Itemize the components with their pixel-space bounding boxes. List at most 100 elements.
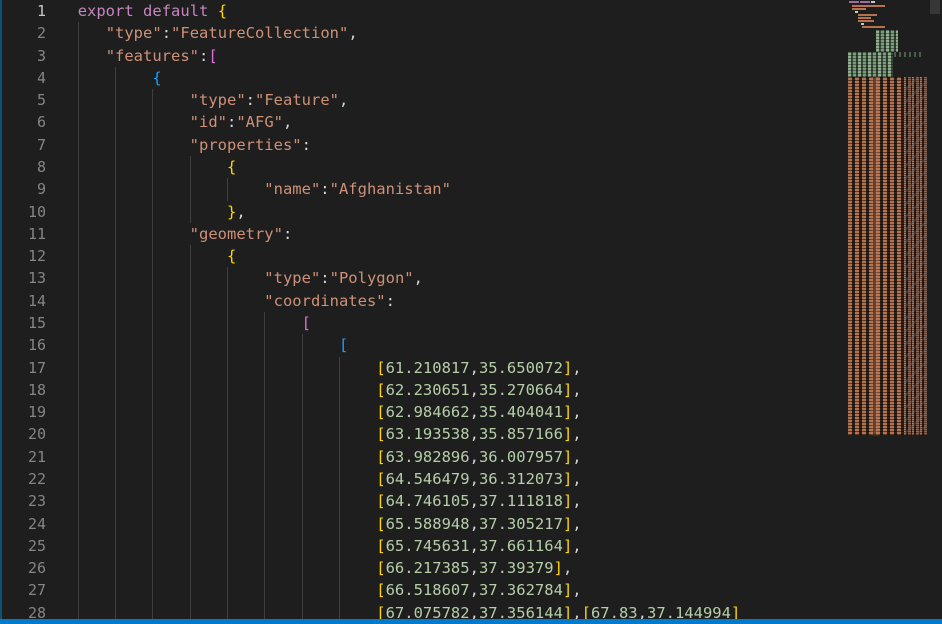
line-number[interactable]: 23 [0,490,46,512]
indent-guide [301,378,303,402]
status-bar[interactable] [0,619,942,624]
syntax-token: 66.217385 [385,559,470,578]
indent-guide [189,356,191,379]
code-line[interactable]: 18 [62.230651,35.270664], [0,378,942,402]
syntax-token: [ [208,46,218,65]
code-line[interactable]: 9 "name":"Afghanistan" [0,178,942,201]
syntax-token: [ [376,358,386,377]
syntax-token: 64.746105 [385,492,470,511]
indent-guide [152,133,154,156]
code-line[interactable]: 24 [65.588948,37.305217], [0,512,942,535]
syntax-token: ] [562,514,573,533]
line-number[interactable]: 26 [0,557,46,579]
syntax-token: , [572,358,582,377]
line-number[interactable]: 16 [0,334,46,356]
syntax-token: 63.982896 [385,447,470,466]
code-line[interactable]: 27 [66.518607,37.362784], [0,579,942,602]
line-number[interactable]: 15 [0,312,46,334]
code-line[interactable]: 22 [64.546479,36.312073], [0,467,942,491]
line-number[interactable]: 8 [0,156,46,178]
indent-guide [115,66,117,90]
line-number[interactable]: 21 [0,446,46,468]
syntax-token: , [469,492,479,511]
indent-guide [115,445,117,468]
code-line[interactable]: 6 "id":"AFG", [0,111,942,134]
minimap-block [872,77,879,435]
line-number[interactable]: 1 [0,0,46,22]
line-number[interactable]: 9 [0,178,46,200]
code-line[interactable]: 12 { [0,245,942,268]
indent-guide [226,423,228,446]
code-line[interactable]: 13 "type":"Polygon", [0,267,942,290]
code-line[interactable]: 16 [ [0,334,942,357]
indent-guide [115,579,117,602]
syntax-token: ] [562,425,573,444]
line-number[interactable]: 10 [0,201,46,223]
minimap-line-mark [852,4,885,7]
indent-guide [77,66,79,90]
indent-guide [115,267,117,290]
line-number[interactable]: 17 [0,357,46,379]
syntax-token: , [469,559,479,578]
line-number[interactable]: 6 [0,111,46,133]
line-number[interactable]: 5 [0,89,46,111]
code-line[interactable]: 17 [61.210817,35.650072], [0,356,942,379]
line-number[interactable]: 20 [0,423,46,445]
line-number[interactable]: 24 [0,513,46,535]
code-line[interactable]: 7 "properties": [0,133,942,156]
scrollbar-slider[interactable] [930,0,940,14]
code-line[interactable]: 20 [63.193538,35.857166], [0,423,942,446]
indent-guide [115,111,117,134]
line-number[interactable]: 13 [0,267,46,289]
code-line[interactable]: 8{ [0,155,942,179]
line-number[interactable]: 2 [0,22,46,44]
code-line[interactable]: 3 "features":[ [0,44,942,67]
line-number[interactable]: 14 [0,290,46,312]
indent-guide [152,579,154,602]
syntax-token: : [320,180,330,199]
indent-guide [189,311,191,335]
code-line[interactable]: 4{ [0,66,942,90]
minimap-line-mark [852,8,866,10]
minimap[interactable] [846,0,928,624]
syntax-token: , [572,581,582,600]
line-number[interactable]: 27 [0,579,46,601]
syntax-token: , [469,403,479,422]
syntax-token: [ [376,581,386,600]
syntax-token: : [245,91,255,110]
code-line[interactable]: 21 [63.982896,36.007957], [0,445,942,468]
line-number[interactable]: 22 [0,468,46,490]
code-line[interactable]: 10}, [0,200,942,223]
line-number[interactable]: 25 [0,535,46,557]
indent-guide [264,557,266,580]
line-number[interactable]: 19 [0,401,46,423]
scrollbar-track[interactable] [928,0,942,624]
line-number[interactable]: 4 [0,67,46,89]
code-line[interactable]: 26 [66.217385,37.39379], [0,557,942,580]
code-line[interactable]: 19 [62.984662,35.404041], [0,401,942,424]
line-number[interactable]: 7 [0,134,46,156]
syntax-token: "type" [105,24,162,43]
code-line[interactable]: 2 "type":"FeatureCollection", [0,22,942,45]
code-line[interactable]: 1 export default { [0,0,942,22]
indent-guide [301,512,303,535]
syntax-token: { [226,157,237,176]
line-number[interactable]: 12 [0,245,46,267]
code-line[interactable]: 25 [65.745631,37.661164], [0,534,942,558]
code-line[interactable]: 15 [ [0,311,942,335]
syntax-token: , [469,581,479,600]
indent-guide [77,467,79,491]
indent-guide [152,356,154,379]
line-number[interactable]: 18 [0,379,46,401]
syntax-token: ] [553,559,563,578]
code-line[interactable]: 23 [64.746105,37.111818], [0,490,942,513]
code-line[interactable]: 5 "type":"Feature", [0,89,942,112]
line-number[interactable]: 11 [0,223,46,245]
line-number[interactable]: 3 [0,45,46,67]
indent-guide [115,557,117,580]
syntax-token: 62.984662 [385,403,470,422]
syntax-token: [ [376,559,386,578]
indent-guide [115,155,117,179]
code-line[interactable]: 11 "geometry": [0,222,942,246]
code-line[interactable]: 14 "coordinates": [0,289,942,312]
